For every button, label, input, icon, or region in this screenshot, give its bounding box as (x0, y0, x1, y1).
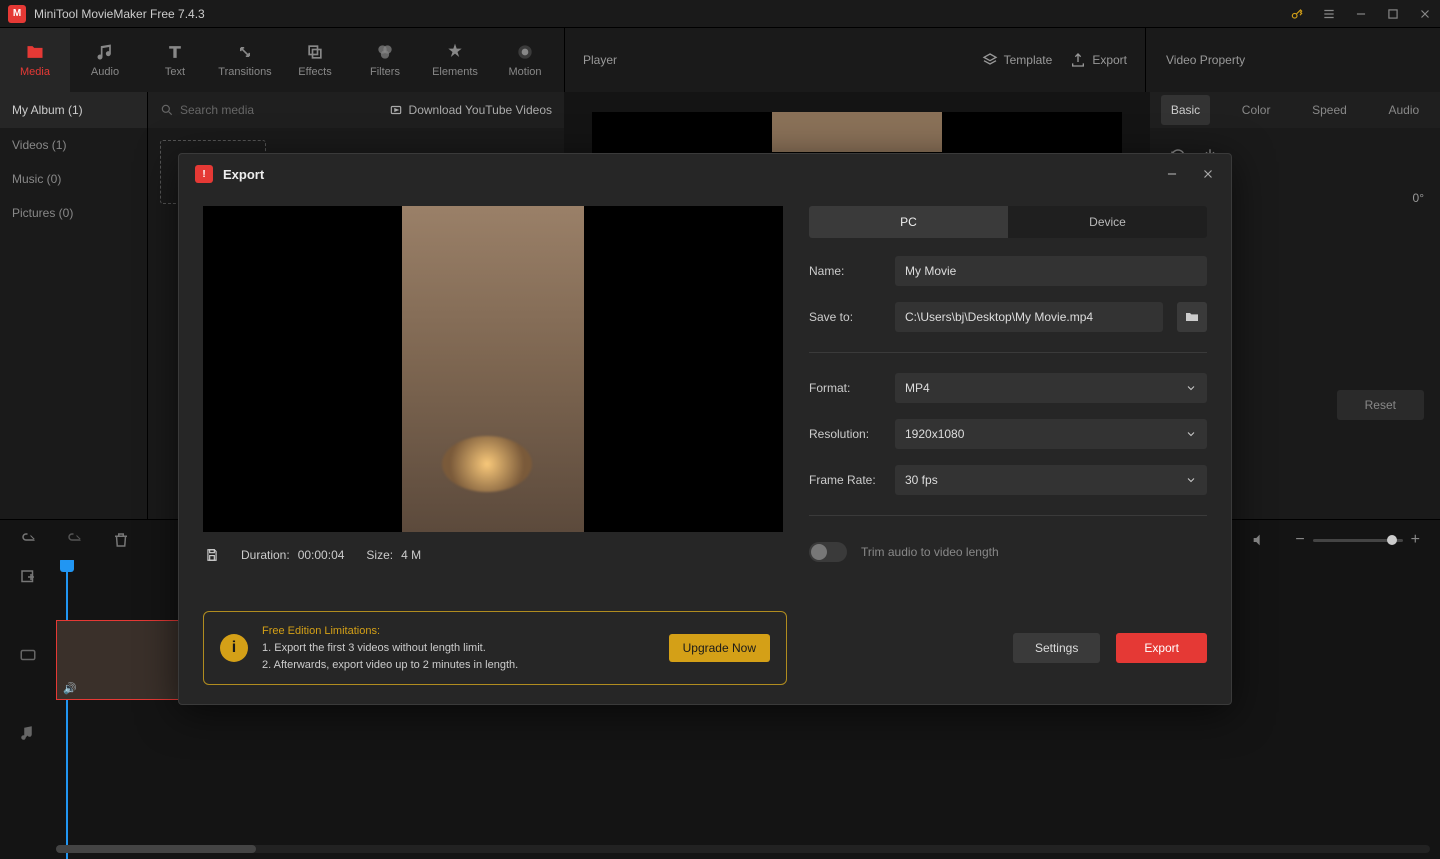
settings-button[interactable]: Settings (1013, 633, 1100, 663)
duration-value: 00:00:04 (298, 548, 345, 562)
export-confirm-button[interactable]: Export (1116, 633, 1207, 663)
resolution-select[interactable]: 1920x1080 (895, 419, 1207, 449)
limitations-banner: i Free Edition Limitations: 1. Export th… (203, 611, 787, 685)
modal-logo-icon: ! (195, 165, 213, 183)
size-value: 4 M (401, 548, 421, 562)
resolution-label: Resolution: (809, 427, 881, 441)
modal-close-icon[interactable] (1201, 167, 1215, 181)
modal-minimize-icon[interactable] (1165, 167, 1179, 181)
framerate-select[interactable]: 30 fps (895, 465, 1207, 495)
format-label: Format: (809, 381, 881, 395)
export-modal: ! Export Duration: 00:00:04 Size: 4 M (178, 153, 1232, 705)
size-label: Size: (366, 548, 393, 562)
duration-label: Duration: (241, 548, 290, 562)
save-disk-icon (205, 548, 219, 562)
chevron-down-icon (1185, 474, 1197, 486)
modal-title: Export (223, 167, 264, 182)
name-input[interactable]: My Movie (895, 256, 1207, 286)
trim-audio-label: Trim audio to video length (861, 545, 999, 559)
modal-overlay: ! Export Duration: 00:00:04 Size: 4 M (0, 0, 1440, 859)
format-select[interactable]: MP4 (895, 373, 1207, 403)
export-preview (203, 206, 783, 532)
name-label: Name: (809, 264, 881, 278)
upgrade-button[interactable]: Upgrade Now (669, 634, 770, 662)
chevron-down-icon (1185, 428, 1197, 440)
folder-open-icon (1184, 309, 1200, 325)
saveto-input[interactable]: C:\Users\bj\Desktop\My Movie.mp4 (895, 302, 1163, 332)
limitations-line-1: 1. Export the first 3 videos without len… (262, 640, 655, 657)
export-tab-pc[interactable]: PC (809, 206, 1008, 238)
preview-image (402, 206, 584, 532)
saveto-label: Save to: (809, 310, 881, 324)
chevron-down-icon (1185, 382, 1197, 394)
framerate-label: Frame Rate: (809, 473, 881, 487)
trim-audio-toggle[interactable] (809, 542, 847, 562)
limitations-title: Free Edition Limitations: (262, 623, 655, 640)
limitations-line-2: 2. Afterwards, export video up to 2 minu… (262, 657, 655, 674)
browse-button[interactable] (1177, 302, 1207, 332)
info-icon: i (220, 634, 248, 662)
export-tab-device[interactable]: Device (1008, 206, 1207, 238)
